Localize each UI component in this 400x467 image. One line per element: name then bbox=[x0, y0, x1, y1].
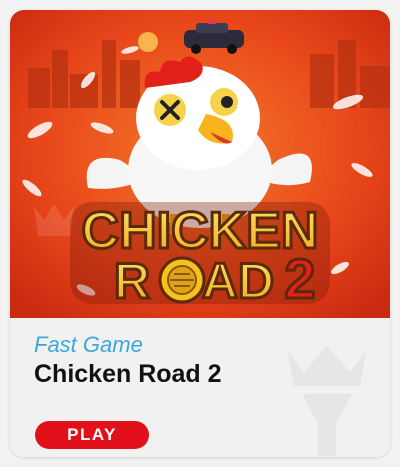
game-logo: CHICKEN R AD 2 bbox=[70, 201, 330, 312]
game-category-label: Fast Game bbox=[34, 332, 143, 357]
logo-letter-r: R bbox=[114, 253, 150, 309]
game-card[interactable]: CHICKEN R AD 2 Fast Game Chicken Road 2 … bbox=[10, 10, 390, 457]
sun-shape bbox=[138, 32, 158, 52]
card-info-panel: Fast Game Chicken Road 2 PLAY bbox=[10, 318, 390, 457]
crown-watermark-icon bbox=[288, 346, 366, 456]
game-title: Chicken Road 2 bbox=[34, 360, 222, 388]
logo-line-2: R AD 2 bbox=[112, 246, 317, 312]
play-button[interactable]: PLAY bbox=[35, 421, 149, 449]
manhole-coin-icon bbox=[158, 256, 206, 304]
logo-number: 2 bbox=[284, 247, 315, 310]
logo-line-1: CHICKEN bbox=[82, 202, 319, 260]
game-banner[interactable]: CHICKEN R AD 2 bbox=[10, 10, 390, 318]
logo-letters-ad: AD bbox=[202, 253, 274, 309]
